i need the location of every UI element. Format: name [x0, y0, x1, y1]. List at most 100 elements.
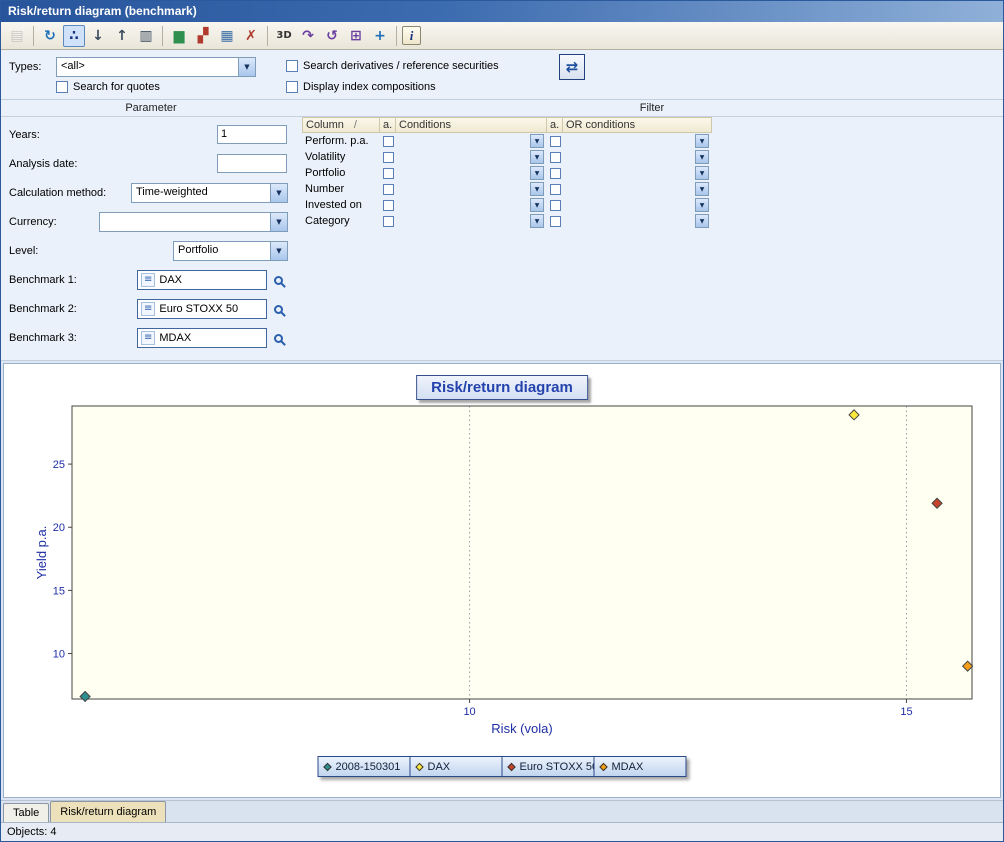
calc_method-select[interactable]: Time-weighted▼ [131, 183, 288, 203]
level-select[interactable]: Portfolio▼ [173, 241, 288, 261]
toolbar-separator [33, 26, 34, 46]
legend-item[interactable]: MDAX [594, 756, 687, 777]
chevron-down-icon[interactable]: ▼ [238, 58, 255, 76]
zoom-window-icon[interactable]: ⊞ [345, 25, 367, 47]
bar-chart-icon[interactable]: ▆ [168, 25, 190, 47]
and-checkbox[interactable] [383, 136, 394, 147]
benchmark1-input[interactable]: ≡DAX [137, 270, 267, 290]
derivatives-checkbox-group: Search derivatives / reference securitie… [286, 60, 499, 72]
benchmark2-input[interactable]: ≡Euro STOXX 50 [137, 299, 267, 319]
rotate-icon[interactable]: ↷ [297, 25, 319, 47]
or-conditions-dropdown[interactable]: ▼ [695, 166, 709, 180]
and-checkbox[interactable] [383, 184, 394, 195]
analysis_date-label: Analysis date: [9, 158, 77, 170]
search-icon[interactable] [274, 276, 283, 285]
tab-table[interactable]: Table [3, 803, 49, 822]
index-compositions-checkbox[interactable] [286, 81, 298, 93]
report-icon[interactable]: ▦ [216, 25, 238, 47]
conditions-dropdown[interactable]: ▼ [530, 150, 544, 164]
filter-row: Portfolio▼▼ [302, 165, 712, 181]
parameter-row: Years:1 [1, 121, 301, 150]
chevron-down-icon[interactable]: ▼ [270, 213, 287, 231]
filter-table-header: Column/a.Conditionsa.OR conditions [302, 117, 712, 133]
scatter-plot: 101510152025Risk (vola)Yield p.a. [12, 400, 992, 748]
parameter-section-title: Parameter [1, 100, 301, 116]
print-icon[interactable]: ▤ [6, 25, 28, 47]
search-icon[interactable] [274, 334, 283, 343]
or-conditions-dropdown[interactable]: ▼ [695, 214, 709, 228]
refresh-button[interactable]: ⇄ [559, 54, 585, 80]
or-conditions-dropdown[interactable]: ▼ [695, 198, 709, 212]
filter-section-title: Filter [301, 100, 1003, 116]
legend-item[interactable]: DAX [410, 756, 503, 777]
filter-column-header[interactable]: Conditions [396, 117, 547, 133]
or-and-checkbox[interactable] [550, 168, 561, 179]
currency-value [100, 213, 270, 231]
or-conditions-dropdown[interactable]: ▼ [695, 134, 709, 148]
conditions-dropdown[interactable]: ▼ [530, 198, 544, 212]
or-and-checkbox[interactable] [550, 200, 561, 211]
chevron-down-icon[interactable]: ▼ [270, 184, 287, 202]
or-conditions-dropdown[interactable]: ▼ [695, 150, 709, 164]
conditions-dropdown[interactable]: ▼ [530, 134, 544, 148]
or-and-checkbox[interactable] [550, 136, 561, 147]
or-and-checkbox[interactable] [550, 184, 561, 195]
filter-column-header[interactable]: Column/ [302, 117, 380, 133]
svg-text:Yield p.a.: Yield p.a. [34, 526, 49, 580]
benchmark3-input[interactable]: ≡MDAX [137, 328, 267, 348]
or-and-checkbox[interactable] [550, 152, 561, 163]
and-checkbox[interactable] [383, 216, 394, 227]
or-conditions-dropdown[interactable]: ▼ [695, 182, 709, 196]
parameter-row: Benchmark 2:≡Euro STOXX 50 [1, 295, 301, 324]
and-checkbox[interactable] [383, 168, 394, 179]
delete-icon[interactable]: ✗ [240, 25, 262, 47]
sort-descending-icon[interactable]: ↓ [87, 25, 109, 47]
legend-item[interactable]: 2008-150301 [318, 756, 411, 777]
scatter-chart-icon[interactable]: ∴ [63, 25, 85, 47]
and-checkbox[interactable] [383, 200, 394, 211]
filter-column-header[interactable]: a. [380, 117, 396, 133]
search-icon[interactable] [274, 305, 283, 314]
histogram-icon[interactable]: ▥ [135, 25, 157, 47]
filter-column-header[interactable]: OR conditions [563, 117, 712, 133]
svg-text:15: 15 [900, 706, 912, 718]
filter-row-label: Perform. p.a. [302, 135, 380, 147]
benchmark1-label: Benchmark 1: [9, 274, 77, 286]
tab-risk-return-diagram[interactable]: Risk/return diagram [50, 801, 166, 822]
info-icon[interactable]: i [402, 26, 421, 45]
years-input[interactable]: 1 [217, 125, 287, 144]
filter-row-label: Number [302, 183, 380, 195]
objects-count: Objects: 4 [7, 826, 57, 838]
chevron-down-icon[interactable]: ▼ [270, 242, 287, 260]
conditions-dropdown[interactable]: ▼ [530, 166, 544, 180]
rotate-back-icon[interactable]: ↺ [321, 25, 343, 47]
filter-column-header[interactable]: a. [547, 117, 563, 133]
status-bar: Objects: 4 [1, 822, 1003, 841]
legend-item[interactable]: Euro STOXX 50 [502, 756, 595, 777]
quotes-checkbox[interactable] [56, 81, 68, 93]
legend-marker-icon [323, 762, 331, 770]
sort-ascending-icon[interactable]: ↑ [111, 25, 133, 47]
filter-row: Perform. p.a. ▼ ▼ [302, 133, 712, 149]
3d-icon[interactable]: 3D [273, 25, 295, 47]
or-and-checkbox[interactable] [550, 216, 561, 227]
analysis_date-input[interactable] [217, 154, 287, 173]
area-chart-icon[interactable]: ▞ [192, 25, 214, 47]
filter-row: Number ▼ ▼ [302, 181, 712, 197]
and-checkbox[interactable] [383, 152, 394, 163]
conditions-dropdown[interactable]: ▼ [530, 214, 544, 228]
types-select[interactable]: <all> ▼ [56, 57, 256, 77]
svg-text:10: 10 [463, 706, 475, 718]
toolbar-separator [162, 26, 163, 46]
add-icon[interactable]: + [369, 25, 391, 47]
currency-select[interactable]: ▼ [99, 212, 288, 232]
conditions-dropdown[interactable]: ▼ [530, 182, 544, 196]
filter-row-label: Invested on [302, 199, 380, 211]
derivatives-checkbox[interactable] [286, 60, 298, 72]
legend-label: MDAX [612, 761, 644, 773]
filter-table: Column/a.Conditionsa.OR conditions Perfo… [302, 117, 712, 229]
quotes-checkbox-group: Search for quotes [56, 81, 160, 93]
filter-row: Category▼▼ [302, 213, 712, 229]
refresh-arrows-icon: ⇄ [566, 58, 579, 76]
refresh-icon[interactable]: ↻ [39, 25, 61, 47]
